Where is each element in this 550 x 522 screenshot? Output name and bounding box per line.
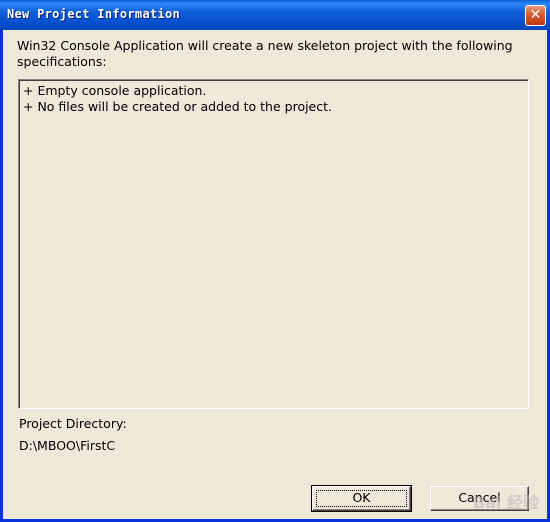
title-bar[interactable]: New Project Information ✕	[0, 0, 550, 30]
project-directory-value: D:\MBOO\FirstC	[19, 438, 116, 453]
specification-line: + No files will be created or added to t…	[23, 99, 332, 114]
new-project-information-dialog: New Project Information ✕ Win32 Console …	[0, 0, 550, 522]
close-button[interactable]: ✕	[525, 5, 546, 26]
specifications-box[interactable]: + Empty console application. + No files …	[18, 79, 529, 409]
project-directory-label: Project Directory:	[19, 416, 127, 431]
close-icon: ✕	[529, 7, 542, 23]
cancel-button-label: Cancel	[458, 490, 501, 505]
specification-line: + Empty console application.	[23, 83, 207, 98]
cancel-button[interactable]: Cancel	[430, 486, 529, 511]
window-title: New Project Information	[7, 7, 181, 21]
ok-button[interactable]: OK	[311, 485, 412, 512]
focus-rectangle	[316, 490, 407, 507]
description-text: Win32 Console Application will create a …	[17, 38, 513, 69]
